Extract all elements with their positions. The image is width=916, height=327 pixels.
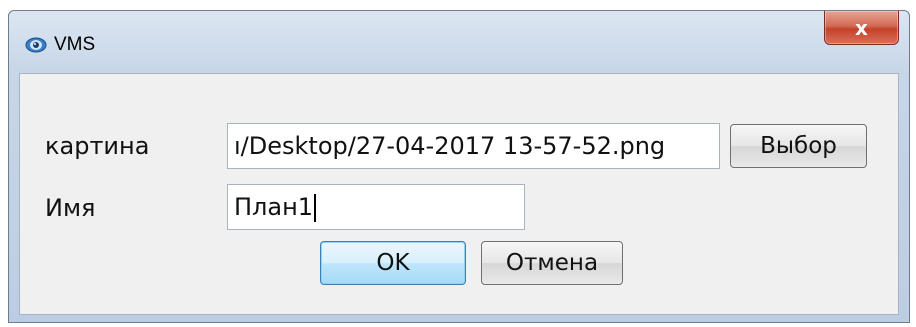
- picture-label: картина: [45, 132, 150, 160]
- close-button[interactable]: x: [824, 11, 899, 45]
- ok-button-label: OK: [376, 250, 410, 276]
- title-bar[interactable]: VMS x: [9, 11, 909, 73]
- picture-path-field[interactable]: ı/Desktop/27-04-2017 13-57-52.png: [227, 123, 720, 169]
- name-label: Имя: [45, 194, 96, 222]
- cancel-button-label: Отмена: [505, 250, 599, 276]
- window-title: VMS: [54, 34, 96, 55]
- browse-button-label: Выбор: [760, 133, 837, 159]
- ok-button[interactable]: OK: [320, 241, 466, 285]
- cancel-button[interactable]: Отмена: [481, 241, 623, 285]
- dialog-client-area: картина ı/Desktop/27-04-2017 13-57-52.pn…: [19, 73, 899, 315]
- picture-path-value: ı/Desktop/27-04-2017 13-57-52.png: [234, 132, 666, 160]
- dialog-window: VMS x картина ı/Desktop/27-04-2017 13-57…: [8, 10, 910, 323]
- browse-button[interactable]: Выбор: [730, 124, 867, 168]
- name-input-value: План1: [234, 193, 314, 221]
- close-icon: x: [855, 15, 868, 40]
- camera-eye-icon: [25, 37, 47, 53]
- text-cursor: [314, 194, 317, 222]
- name-input[interactable]: План1: [227, 184, 525, 230]
